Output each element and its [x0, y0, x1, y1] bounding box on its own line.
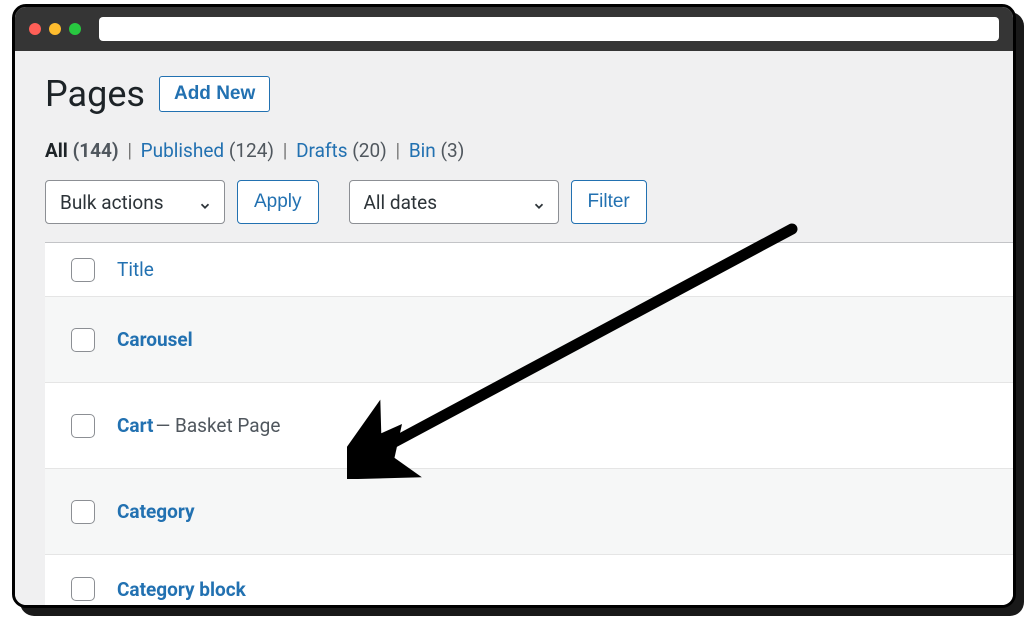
- filter-drafts-count: (20): [352, 139, 386, 162]
- filter-bin-count: (3): [441, 139, 465, 162]
- row-checkbox[interactable]: [71, 414, 95, 438]
- filter-bin-label: Bin: [409, 139, 436, 162]
- filter-all-label: All: [45, 139, 68, 162]
- minimize-window-button[interactable]: [49, 23, 61, 35]
- bulk-actions-label: Bulk actions: [60, 191, 164, 214]
- bulk-actions-select[interactable]: Bulk actions: [45, 180, 225, 224]
- separator: |: [123, 139, 136, 162]
- page-title: Pages: [45, 73, 145, 115]
- table-row: Category: [45, 469, 1013, 555]
- row-checkbox[interactable]: [71, 577, 95, 601]
- filter-published-count: (124): [229, 139, 274, 162]
- add-new-button[interactable]: Add New: [159, 76, 270, 112]
- select-all-checkbox[interactable]: [71, 258, 95, 282]
- filter-drafts-link[interactable]: Drafts (20): [296, 139, 391, 162]
- table-row: Category block: [45, 555, 1013, 605]
- close-window-button[interactable]: [29, 23, 41, 35]
- separator: |: [391, 139, 404, 162]
- chevron-down-icon: [198, 195, 212, 209]
- separator: |: [279, 139, 292, 162]
- browser-window: Pages Add New All (144) | Published (124…: [12, 4, 1016, 608]
- filter-published-label: Published: [141, 139, 224, 162]
- row-title-link[interactable]: Carousel: [117, 328, 193, 351]
- titlebar: [15, 7, 1013, 51]
- url-bar[interactable]: [99, 17, 999, 41]
- row-title-link[interactable]: Category block: [117, 578, 246, 601]
- table-row: Carousel: [45, 297, 1013, 383]
- filter-published-link[interactable]: Published (124): [141, 139, 279, 162]
- dates-select[interactable]: All dates: [349, 180, 559, 224]
- row-suffix: — Basket Page: [155, 414, 280, 437]
- filter-button[interactable]: Filter: [571, 180, 647, 224]
- filter-all-link[interactable]: All (144): [45, 139, 123, 162]
- maximize-window-button[interactable]: [69, 23, 81, 35]
- filter-drafts-label: Drafts: [296, 139, 348, 162]
- table-row: Cart — Basket Page: [45, 383, 1013, 469]
- filter-bin-link[interactable]: Bin (3): [409, 139, 464, 162]
- table-header-row: Title: [45, 243, 1013, 297]
- row-checkbox[interactable]: [71, 500, 95, 524]
- chevron-down-icon: [532, 195, 546, 209]
- title-column-header[interactable]: Title: [117, 258, 154, 281]
- page-content: Pages Add New All (144) | Published (124…: [15, 51, 1013, 605]
- apply-button[interactable]: Apply: [237, 180, 319, 224]
- tablenav: Bulk actions Apply All dates Filter: [45, 180, 1013, 224]
- row-title-link[interactable]: Cart: [117, 414, 153, 437]
- row-checkbox[interactable]: [71, 328, 95, 352]
- filter-all-count: (144): [73, 139, 119, 162]
- pages-table: Title Carousel Cart — Basket Page Catego…: [45, 242, 1013, 605]
- window-controls: [29, 23, 81, 35]
- page-header: Pages Add New: [45, 73, 1013, 115]
- status-filter-links: All (144) | Published (124) | Drafts (20…: [45, 139, 1013, 162]
- row-title-link[interactable]: Category: [117, 500, 195, 523]
- dates-label: All dates: [364, 191, 438, 214]
